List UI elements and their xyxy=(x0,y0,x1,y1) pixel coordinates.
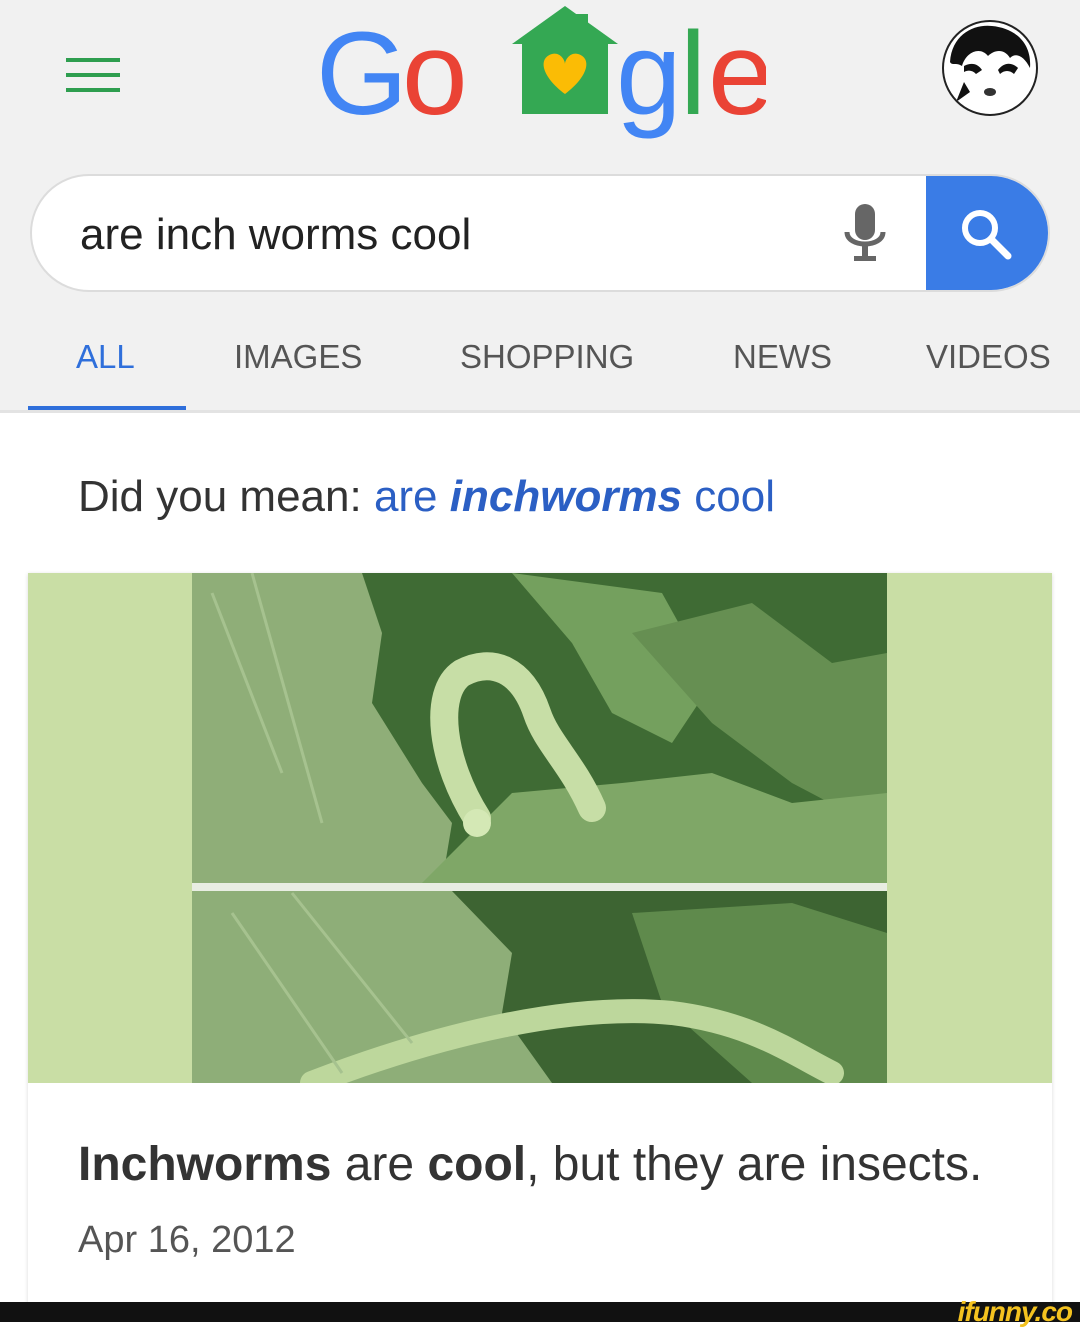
tab-images[interactable]: IMAGES xyxy=(234,338,362,376)
search-bar[interactable]: are inch worms cool xyxy=(30,174,1050,292)
search-button[interactable] xyxy=(926,176,1048,290)
answer-bold-inchworms: Inchworms xyxy=(78,1138,332,1191)
svg-text:l: l xyxy=(680,8,706,140)
microphone-icon[interactable] xyxy=(842,202,888,268)
magnifier-icon xyxy=(962,210,1012,260)
snippet-date: Apr 16, 2012 xyxy=(78,1219,296,1261)
answer-text: are xyxy=(331,1138,428,1191)
answer-text: , but they are insects. xyxy=(526,1138,983,1191)
svg-text:G: G xyxy=(316,8,408,140)
snippet-answer-text: Inchworms are cool, but they are insects… xyxy=(78,1129,998,1276)
svg-text:e: e xyxy=(708,8,766,140)
spelling-suggestion: Did you mean: are inchworms cool xyxy=(78,472,775,522)
user-avatar-icon[interactable] xyxy=(942,20,1038,116)
search-tabs: ALL IMAGES SHOPPING NEWS VIDEOS xyxy=(0,330,1080,411)
snippet-image-container xyxy=(28,573,1052,1083)
header: G o g l e are inch worms cool ALL IMAGES… xyxy=(0,0,1080,412)
svg-text:g: g xyxy=(616,8,682,140)
tab-all[interactable]: ALL xyxy=(76,338,135,376)
divider xyxy=(0,410,1080,413)
tab-videos[interactable]: VIDEOS xyxy=(926,338,1051,376)
search-input[interactable]: are inch worms cool xyxy=(80,210,471,260)
inchworm-photo[interactable] xyxy=(192,573,887,1083)
answer-bold-cool: cool xyxy=(427,1138,527,1191)
svg-text:o: o xyxy=(402,8,468,140)
bottom-bar xyxy=(0,1302,1080,1322)
featured-snippet-card[interactable]: Inchworms are cool, but they are insects… xyxy=(28,573,1052,1313)
tab-shopping[interactable]: SHOPPING xyxy=(460,338,634,376)
ifunny-watermark: ifunny.co xyxy=(957,1296,1073,1327)
hamburger-menu-icon[interactable] xyxy=(66,58,120,92)
suggestion-link[interactable]: are inchworms cool xyxy=(374,472,775,521)
suggestion-prefix: Did you mean: xyxy=(78,472,362,521)
tab-news[interactable]: NEWS xyxy=(733,338,832,376)
google-logo[interactable]: G o g l e xyxy=(316,2,766,167)
